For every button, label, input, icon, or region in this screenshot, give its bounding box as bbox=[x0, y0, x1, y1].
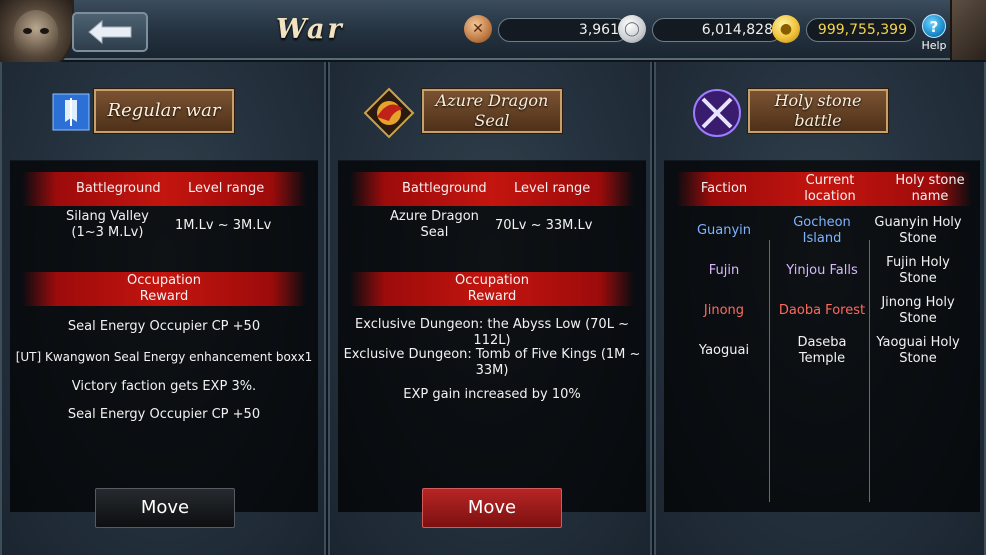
battleground-header: Battleground bbox=[402, 181, 487, 196]
holy-stone-name-header: Holy stone name bbox=[895, 173, 965, 204]
regular-war-info: Battleground Level range Silang Valley (… bbox=[10, 160, 318, 512]
battleground-header: Battleground bbox=[76, 181, 161, 196]
holy-stone-battle-title: Holy stone battle bbox=[748, 89, 888, 133]
bronze-coin-icon: ✕ bbox=[464, 15, 492, 43]
location-cell: Gocheon Island bbox=[793, 215, 851, 246]
level-range-header: Level range bbox=[514, 181, 591, 196]
crossed-swords-icon bbox=[690, 86, 744, 140]
reward-header: Occupation Reward bbox=[127, 273, 201, 304]
frame-corner bbox=[950, 0, 986, 60]
help-label: Help bbox=[921, 39, 947, 52]
reward-item: EXP gain increased by 10% bbox=[403, 387, 581, 402]
faction-cell: Yaoguai bbox=[698, 343, 750, 358]
reward-item: Seal Energy Occupier CP +50 bbox=[67, 407, 261, 422]
azure-dragon-seal-move-button[interactable]: Move bbox=[422, 488, 562, 528]
reward-header-bar: Occupation Reward bbox=[22, 272, 306, 306]
battleground-value: Silang Valley (1~3 M.Lv) bbox=[66, 209, 149, 240]
regular-war-title: Regular war bbox=[94, 89, 234, 133]
reward-item: [UT] Kwangwon Seal Energy enhancement bo… bbox=[15, 350, 313, 364]
reward-header-bar: Occupation Reward bbox=[350, 272, 634, 306]
faction-cell: Fujin bbox=[708, 263, 740, 278]
stone-cell: Jinong Holy Stone bbox=[881, 295, 955, 326]
silver-coin-icon: ◯ bbox=[618, 15, 646, 43]
gold-coin-icon: ● bbox=[772, 15, 800, 43]
azure-dragon-seal-panel: Azure Dragon Seal Battleground Level ran… bbox=[328, 62, 652, 555]
column-divider bbox=[869, 240, 870, 502]
back-button[interactable] bbox=[72, 12, 148, 52]
location-cell: Daseba Temple bbox=[797, 335, 847, 366]
holy-stone-battle-panel: Holy stone battle Faction Current locati… bbox=[654, 62, 986, 555]
faction-cell: Jinong bbox=[703, 303, 745, 318]
location-cell: Daoba Forest bbox=[778, 303, 866, 318]
reward-item: Victory faction gets EXP 3%. bbox=[71, 379, 257, 394]
table-header: Faction Current location Holy stone name bbox=[676, 172, 972, 206]
bronze-currency-value: 3,961 bbox=[498, 18, 628, 42]
azure-dragon-icon bbox=[362, 86, 416, 140]
column-divider bbox=[769, 240, 770, 502]
help-button[interactable]: ? Help bbox=[917, 12, 951, 52]
faction-cell: Guanyin bbox=[696, 223, 752, 238]
back-arrow-icon bbox=[88, 19, 132, 45]
location-cell: Yinjou Falls bbox=[786, 263, 858, 278]
silver-currency-value: 6,014,828 bbox=[652, 18, 782, 42]
current-location-header: Current location bbox=[804, 173, 856, 204]
stone-cell: Guanyin Holy Stone bbox=[874, 215, 962, 246]
table-header: Battleground Level range bbox=[350, 172, 634, 206]
help-icon: ? bbox=[922, 14, 946, 38]
stone-cell: Yaoguai Holy Stone bbox=[876, 335, 960, 366]
top-bar: War ✕ 3,961 ◯ 6,014,828 ● 999,755,399 ? … bbox=[0, 0, 986, 72]
azure-dragon-seal-info: Battleground Level range Azure Dragon Se… bbox=[338, 160, 646, 512]
table-header: Battleground Level range bbox=[22, 172, 306, 206]
azure-dragon-seal-title: Azure Dragon Seal bbox=[422, 89, 562, 133]
level-range-value: 1M.Lv ~ 3M.Lv bbox=[175, 218, 272, 233]
battleground-value: Azure Dragon Seal bbox=[390, 209, 479, 240]
reward-item: Exclusive Dungeon: Tomb of Five Kings (1… bbox=[343, 347, 641, 378]
reward-item: Seal Energy Occupier CP +50 bbox=[67, 319, 261, 334]
reward-item: Exclusive Dungeon: the Abyss Low (70L ~ … bbox=[355, 317, 629, 348]
level-range-header: Level range bbox=[188, 181, 265, 196]
stone-cell: Fujin Holy Stone bbox=[886, 255, 950, 286]
faction-header: Faction bbox=[700, 181, 748, 196]
reward-header: Occupation Reward bbox=[455, 273, 529, 304]
gold-currency-value: 999,755,399 bbox=[806, 18, 916, 42]
banner-flag-icon bbox=[46, 87, 96, 137]
page-title: War bbox=[276, 14, 345, 45]
regular-war-move-button[interactable]: Move bbox=[95, 488, 235, 528]
regular-war-panel: Regular war Battleground Level range Sil… bbox=[0, 62, 326, 555]
holy-stone-table: Faction Current location Holy stone name… bbox=[664, 160, 980, 512]
level-range-value: 70Lv ~ 33M.Lv bbox=[495, 218, 593, 233]
